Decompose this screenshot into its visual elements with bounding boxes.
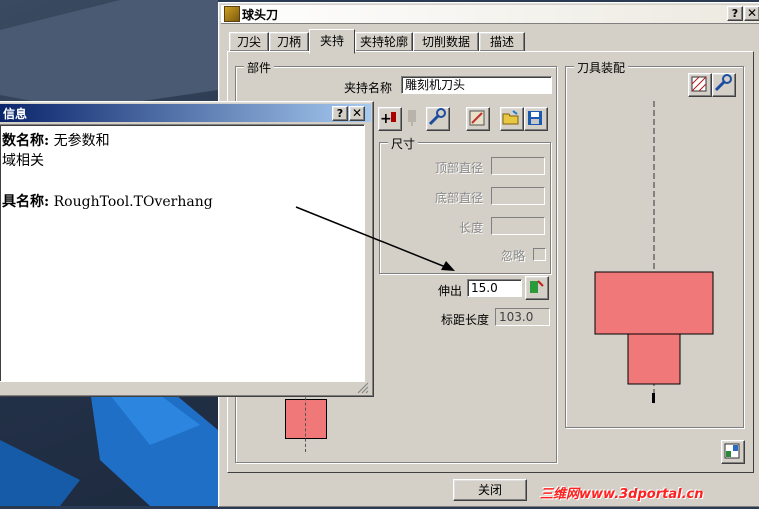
close-window-button[interactable]: ✕: [744, 6, 759, 21]
bottom-diameter-input[interactable]: [491, 187, 545, 205]
help-button[interactable]: ?: [727, 6, 743, 21]
ignore-label: 忽略: [501, 249, 526, 263]
info-line-3-label: 具名称:: [2, 194, 50, 210]
info-line-1-value: 无参数和: [53, 133, 110, 149]
extend-input[interactable]: 15.0: [467, 279, 522, 297]
tool-assembly-group: 刀具装配: [565, 59, 744, 428]
app-icon: [224, 6, 240, 22]
extend-value: 15.0: [471, 281, 498, 295]
holder-preview: [285, 399, 327, 439]
remove-part-button[interactable]: [402, 107, 424, 129]
window-title: 球头刀: [242, 8, 279, 22]
save-button[interactable]: [524, 107, 548, 131]
tab-label: 描述: [489, 35, 514, 49]
tab-label: 刀尖: [236, 35, 261, 49]
tab-label: 切削数据: [421, 35, 470, 49]
gauge-length-field: 103.0: [495, 308, 550, 326]
tool-lock-icon: [530, 280, 544, 293]
wrench-icon: [428, 108, 446, 126]
dimensions-group: 尺寸 顶部直径 底部直径 长度 忽略: [379, 135, 551, 274]
top-diameter-label: 顶部直径: [435, 161, 484, 175]
info-title: 信息: [3, 107, 28, 121]
ignore-checkbox[interactable]: [533, 248, 546, 261]
length-input[interactable]: [491, 217, 545, 235]
parts-group-label: 部件: [244, 59, 275, 76]
top-diameter-input[interactable]: [491, 157, 545, 175]
tab-holder[interactable]: 夹持: [309, 29, 355, 54]
tab-holder-profile[interactable]: 夹持轮廓: [355, 32, 413, 52]
tab-cutting-data[interactable]: 切削数据: [413, 32, 479, 52]
tab-label: 夹持轮廓: [359, 35, 408, 49]
watermark: 三维网www.3dportal.cn: [540, 487, 704, 502]
add-part-button[interactable]: +: [378, 107, 402, 131]
tool-assembly-drawing: [594, 101, 714, 403]
info-line-3-value: RoughTool.TOverhang: [53, 194, 213, 210]
info-help-button[interactable]: ?: [332, 106, 348, 121]
folder-icon: [502, 110, 519, 125]
assembly-holder-lower: [627, 333, 681, 385]
info-line-2: 域相关: [2, 153, 44, 169]
info-text-area[interactable]: 数名称: 无参数和 域相关 具名称: RoughTool.TOverhang: [0, 124, 365, 382]
bottom-diameter-label: 底部直径: [435, 191, 484, 205]
tab-label: 刀柄: [276, 35, 301, 49]
info-line-3: 具名称: RoughTool.TOverhang: [2, 191, 213, 211]
holder-name-value: 雕刻机刀头: [405, 78, 466, 92]
dimensions-group-label: 尺寸: [388, 135, 419, 152]
holder-name-label: 夹持名称: [344, 81, 393, 95]
svg-text:+: +: [380, 111, 392, 127]
tab-description[interactable]: 描述: [479, 32, 525, 52]
info-title-bar[interactable]: 信息 ? ✕: [0, 104, 371, 122]
tool-library-icon: [469, 110, 485, 126]
save-icon: [528, 111, 542, 125]
close-button[interactable]: 关闭: [453, 479, 527, 501]
info-window: 信息 ? ✕ 数名称: 无参数和 域相关 具名称: RoughTool.TOve…: [0, 101, 374, 397]
add-part-icon: +: [380, 111, 396, 127]
remove-part-icon: [408, 110, 416, 126]
length-label: 长度: [459, 221, 484, 235]
library-button[interactable]: [466, 107, 490, 131]
info-close-button[interactable]: ✕: [349, 106, 365, 121]
resize-grip[interactable]: [357, 382, 369, 394]
grid-layout-button[interactable]: [721, 440, 745, 464]
close-button-label: 关闭: [477, 483, 502, 497]
extend-label: 伸出: [438, 284, 463, 298]
title-bar[interactable]: 球头刀 ? ✕: [221, 5, 759, 24]
extend-lock-button[interactable]: [525, 276, 549, 300]
tab-tip[interactable]: 刀尖: [229, 32, 269, 52]
info-line-1: 数名称: 无参数和: [2, 130, 110, 150]
open-button[interactable]: [500, 107, 524, 131]
info-line-1-label: 数名称:: [2, 133, 50, 149]
assembly-holder-upper: [594, 271, 714, 335]
assembly-tool-tip: [652, 393, 655, 403]
edit-part-button[interactable]: [426, 107, 450, 131]
tab-label: 夹持: [319, 34, 344, 48]
grid-icon: [724, 443, 740, 459]
tab-shank[interactable]: 刀柄: [269, 32, 309, 52]
gauge-length-value: 103.0: [499, 310, 534, 324]
gauge-length-label: 标距长度: [441, 313, 490, 327]
holder-name-input[interactable]: 雕刻机刀头: [401, 76, 552, 94]
tab-strip: 刀尖 刀柄 夹持 夹持轮廓 切削数据 描述: [229, 29, 529, 54]
